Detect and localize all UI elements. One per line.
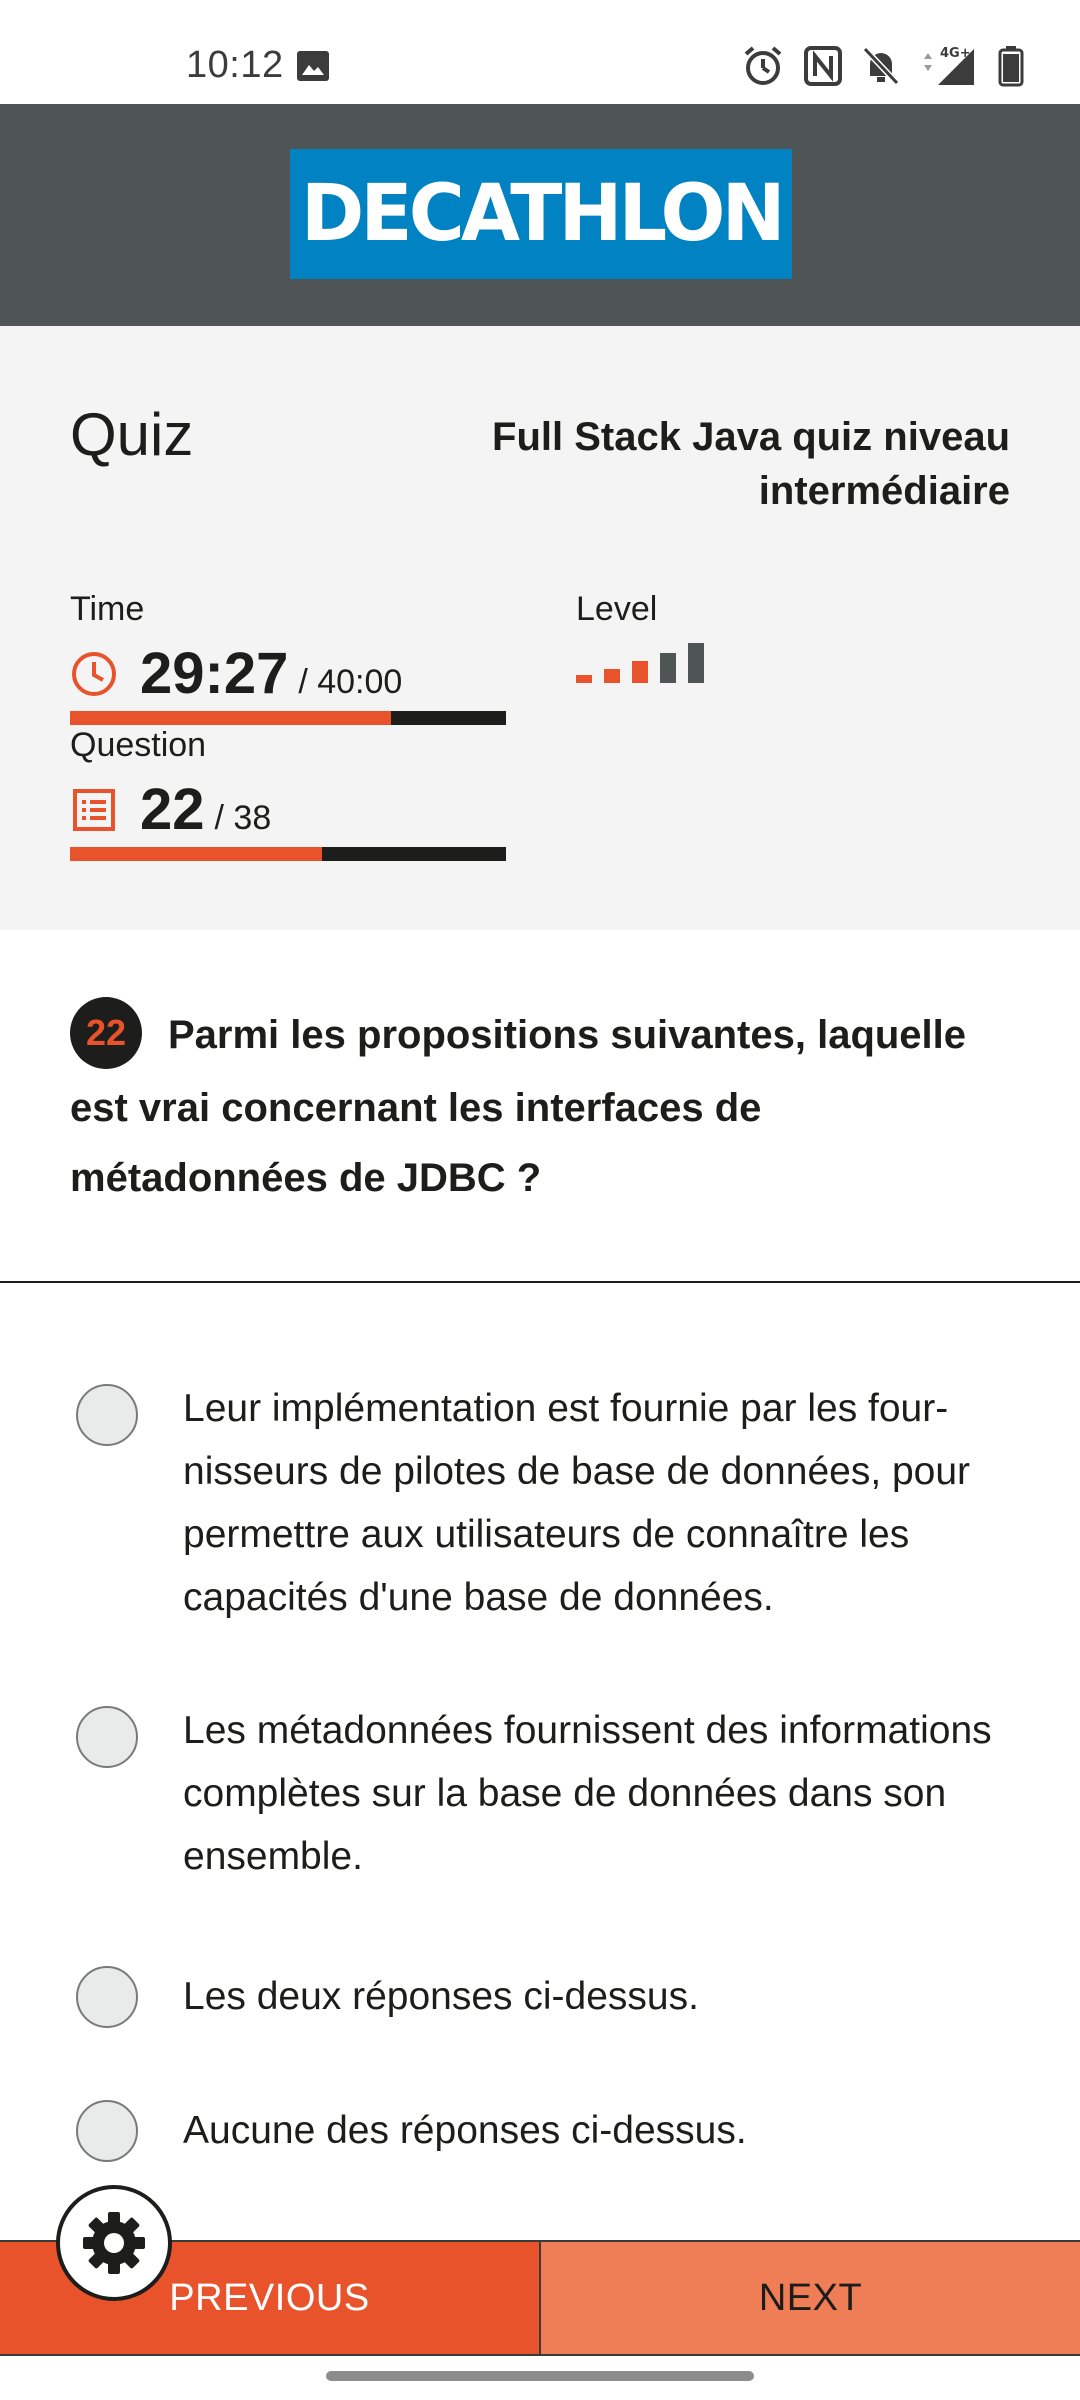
signal-4g-icon: 4G+ — [924, 46, 974, 85]
level-bar — [604, 669, 620, 683]
status-time: 10:12 — [186, 44, 284, 86]
svg-text:4G+: 4G+ — [940, 46, 971, 61]
question: 22 Parmi les propositions suivantes, laqu… — [70, 997, 1020, 1213]
question-progress-fill — [70, 847, 323, 861]
question-progress — [70, 847, 506, 861]
mute-icon — [862, 46, 900, 86]
quiz-name: Full Stack Java quiz niveau intermédiair… — [492, 415, 1010, 513]
battery-icon — [998, 46, 1024, 87]
level-bar — [632, 661, 648, 683]
brand-header: DECATHLON — [0, 104, 1080, 326]
radio-button[interactable] — [76, 1384, 138, 1446]
time-total: / 40:00 — [298, 663, 403, 701]
logo-text: DECATHLON — [300, 169, 786, 259]
question-total: / 38 — [214, 799, 272, 837]
clock-icon — [72, 651, 116, 696]
question-value: 22 — [140, 777, 205, 842]
level-bar — [688, 643, 704, 683]
radio-button[interactable] — [76, 1966, 138, 2028]
question-label: Question — [70, 726, 207, 764]
settings-button[interactable] — [56, 2185, 172, 2301]
answer-text[interactable]: Leur implémentation est fournie par les … — [183, 1377, 1023, 1629]
radio-button[interactable] — [76, 2100, 138, 2162]
list-icon — [73, 788, 115, 831]
nfc-icon — [804, 46, 842, 86]
level-bar — [576, 675, 592, 683]
image-icon — [297, 51, 329, 81]
question-text: Parmi les propositions suivantes, laquel… — [70, 1013, 967, 1201]
level-label: Level — [576, 590, 658, 628]
home-indicator[interactable] — [326, 2371, 754, 2381]
quiz-info-panel: Quiz Full Stack Java quiz niveau intermé… — [0, 326, 1080, 930]
divider — [0, 1281, 1080, 1283]
decathlon-logo: DECATHLON — [290, 149, 792, 279]
time-label: Time — [70, 590, 145, 628]
quiz-title: Quiz — [70, 401, 194, 468]
time-value: 29:27 — [140, 641, 289, 706]
status-bar: 10:12 4G+ — [0, 0, 1080, 104]
gear-icon — [83, 2212, 145, 2274]
answer-text[interactable]: Les métadonnées fournissent des informa­… — [183, 1699, 1023, 1888]
time-row: 29:27 / 40:00 — [70, 640, 402, 707]
time-progress-fill — [70, 711, 391, 725]
level-bar — [660, 653, 676, 683]
question-row: 22 / 38 — [70, 776, 271, 843]
answer-text[interactable]: Les deux réponses ci-dessus. — [183, 1965, 1023, 2028]
time-progress — [70, 711, 506, 725]
level-indicator — [576, 639, 716, 683]
answer-text[interactable]: Aucune des réponses ci-dessus. — [183, 2099, 1023, 2162]
status-icons: 4G+ — [742, 44, 1024, 88]
question-number-badge: 22 — [70, 997, 142, 1070]
next-button[interactable]: NEXT — [541, 2242, 1080, 2354]
alarm-icon — [744, 46, 782, 85]
radio-button[interactable] — [76, 1706, 138, 1768]
